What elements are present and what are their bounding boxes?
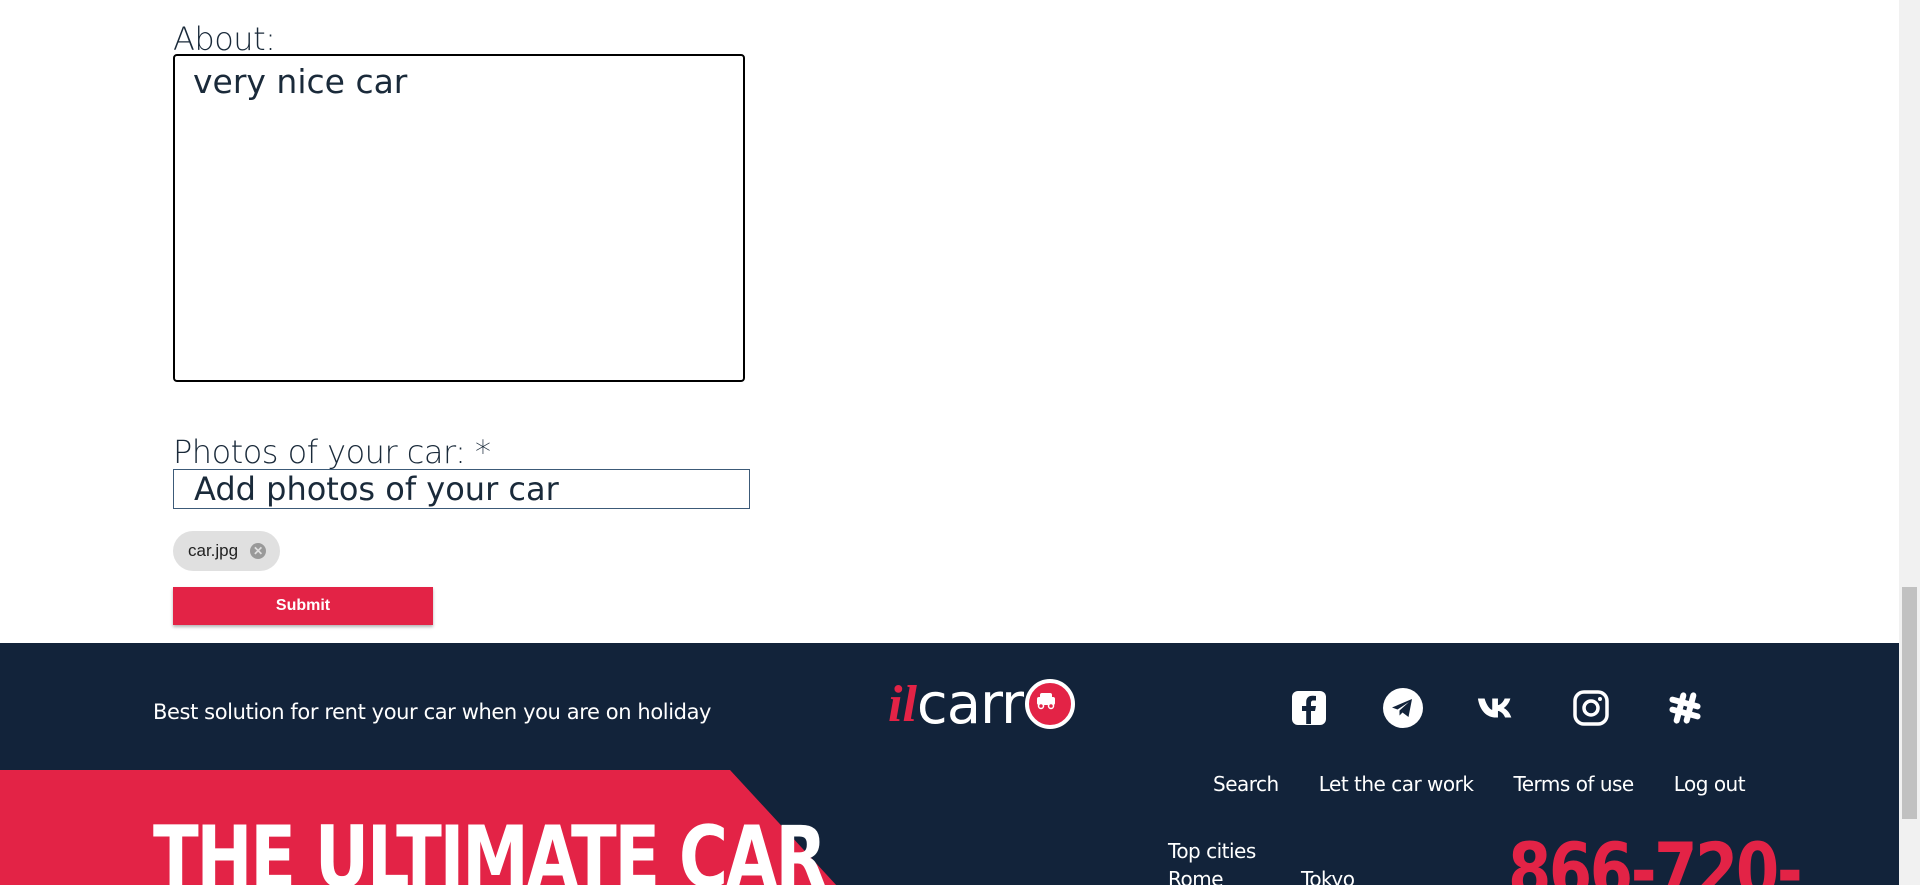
footer: Best solution for rent your car when you… — [0, 643, 1899, 885]
banner-text: THE ULTIMATE CAR — [153, 808, 827, 885]
top-cities-label: Top cities — [1168, 839, 1256, 863]
remove-file-icon[interactable]: ✕ — [250, 543, 267, 559]
social-links — [1288, 687, 1706, 729]
logo-car-icon — [1025, 679, 1076, 729]
city-link-rome[interactable]: Rome — [1168, 867, 1224, 885]
facebook-icon[interactable] — [1288, 687, 1330, 729]
nav-let-the-car-work[interactable]: Let the car work — [1319, 772, 1474, 796]
nav-terms-of-use[interactable]: Terms of use — [1513, 772, 1634, 796]
footer-tagline: Best solution for rent your car when you… — [153, 700, 712, 724]
submit-button[interactable]: Submit — [173, 587, 433, 625]
instagram-icon[interactable] — [1570, 687, 1612, 729]
page-scrollbar[interactable] — [1899, 0, 1920, 885]
logo-text: carr — [916, 671, 1024, 737]
slack-icon[interactable] — [1664, 687, 1706, 729]
photos-label: Photos of your car: * — [173, 433, 491, 471]
nav-search[interactable]: Search — [1213, 772, 1279, 796]
file-chip: car.jpg ✕ — [173, 531, 281, 571]
phone-number: 866-720- — [1508, 826, 1803, 885]
logo-prefix: il — [888, 675, 917, 733]
scrollbar-thumb[interactable] — [1902, 587, 1917, 819]
ilcarro-logo[interactable]: il carr — [888, 672, 1076, 737]
footer-nav: Search Let the car work Terms of use Log… — [1213, 772, 1746, 796]
vk-icon[interactable] — [1476, 687, 1518, 729]
about-textarea[interactable]: very nice car — [173, 54, 745, 382]
photos-input[interactable]: Add photos of your car — [173, 469, 750, 509]
nav-log-out[interactable]: Log out — [1674, 772, 1746, 796]
telegram-icon[interactable] — [1382, 687, 1424, 729]
file-chip-label: car.jpg — [188, 541, 239, 560]
city-link-tokyo[interactable]: Tokyo — [1301, 867, 1355, 885]
about-label: About: — [173, 20, 276, 58]
